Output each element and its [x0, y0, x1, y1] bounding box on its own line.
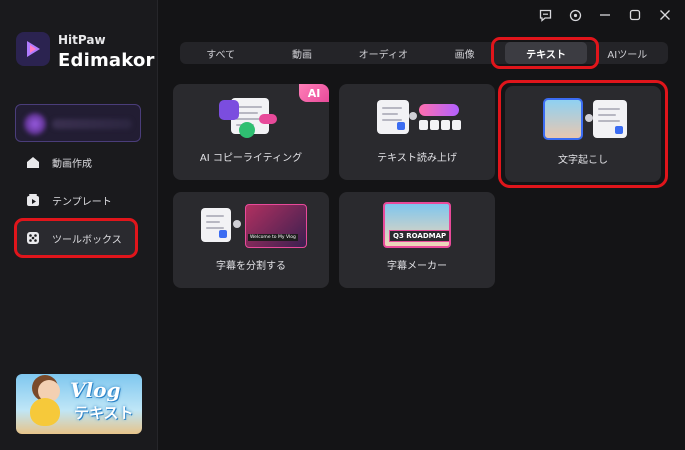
sidebar-item-label: テンプレート	[52, 196, 112, 208]
tab-audio[interactable]: オーディオ	[343, 42, 424, 64]
video-thumbnail: Welcome to My Vlog	[245, 204, 307, 248]
arrow-icon	[585, 114, 593, 122]
avatar	[24, 113, 46, 135]
tool-card-text-to-speech[interactable]: テキスト読み上げ	[339, 84, 495, 180]
arrow-icon	[409, 112, 417, 120]
split-subtitles-illustration: Welcome to My Vlog	[173, 202, 329, 248]
window-controls	[535, 6, 675, 24]
template-icon	[26, 193, 40, 207]
sparkle-icon	[239, 122, 255, 138]
settings-icon[interactable]	[565, 6, 585, 24]
maximize-icon[interactable]	[625, 6, 645, 24]
sidebar-item-toolbox[interactable]: ツールボックス	[16, 221, 138, 255]
tool-card-label: 文字起こし	[558, 155, 608, 166]
tab-video[interactable]: 動画	[261, 42, 342, 64]
transcription-illustration	[505, 96, 661, 142]
account-name-blurred	[52, 119, 132, 129]
sidebar: HitPaw Edimakor 動画作成 テンプレート ツールボックス Vlog…	[0, 0, 158, 450]
subtitle-caption: Welcome to My Vlog	[248, 234, 298, 241]
sidebar-item-template[interactable]: テンプレート	[16, 183, 138, 217]
video-thumbnail: Q3 ROADMAP	[383, 202, 451, 248]
brand-name-main: Edimakor	[58, 50, 155, 71]
tool-card-label: 字幕メーカー	[387, 261, 447, 272]
chat-bubble-icon	[259, 114, 277, 124]
promo-title: Vlog	[70, 378, 121, 402]
home-icon	[26, 155, 40, 169]
tab-all[interactable]: すべて	[180, 42, 261, 64]
tool-card-subtitle-maker[interactable]: Q3 ROADMAP 字幕メーカー	[339, 192, 495, 288]
text-to-speech-illustration	[339, 94, 495, 140]
subtitle-maker-illustration: Q3 ROADMAP	[339, 202, 495, 248]
brand-name-top: HitPaw	[58, 33, 106, 47]
promo-subtitle: テキスト	[74, 404, 134, 422]
category-tabs: すべて 動画 オーディオ 画像 テキスト AIツール	[180, 42, 668, 64]
tab-text[interactable]: テキスト	[505, 42, 587, 64]
waveform-icon	[419, 104, 459, 116]
tool-card-label: AI コピーライティング	[199, 153, 303, 164]
feedback-icon[interactable]	[535, 6, 555, 24]
sidebar-item-create-video[interactable]: 動画作成	[16, 145, 138, 179]
ai-chip-icon	[219, 100, 239, 120]
minimize-icon[interactable]	[595, 6, 615, 24]
tab-ai-tools[interactable]: AIツール	[587, 42, 668, 64]
tab-image[interactable]: 画像	[424, 42, 505, 64]
tool-card-label: 字幕を分割する	[216, 261, 286, 272]
toolbox-icon	[26, 231, 40, 245]
promo-banner[interactable]: Vlog テキスト	[16, 374, 142, 434]
arrow-icon	[233, 220, 241, 228]
close-icon[interactable]	[655, 6, 675, 24]
portrait-thumbnail	[543, 98, 583, 140]
tool-card-transcription[interactable]: 文字起こし	[505, 86, 661, 182]
tool-card-ai-copywriting[interactable]: AI AI コピーライティング	[173, 84, 329, 180]
thumbnail-caption: Q3 ROADMAP	[389, 230, 449, 242]
ai-copywriting-illustration	[173, 94, 329, 140]
sidebar-item-label: ツールボックス	[52, 234, 122, 246]
tool-card-label: テキスト読み上げ	[377, 153, 457, 164]
logo-icon	[27, 41, 40, 57]
sidebar-item-label: 動画作成	[52, 158, 92, 170]
app-logo	[16, 32, 50, 66]
duck-float-icon	[30, 398, 60, 426]
account-button[interactable]	[15, 104, 141, 142]
tool-card-split-subtitles[interactable]: Welcome to My Vlog 字幕を分割する	[173, 192, 329, 288]
